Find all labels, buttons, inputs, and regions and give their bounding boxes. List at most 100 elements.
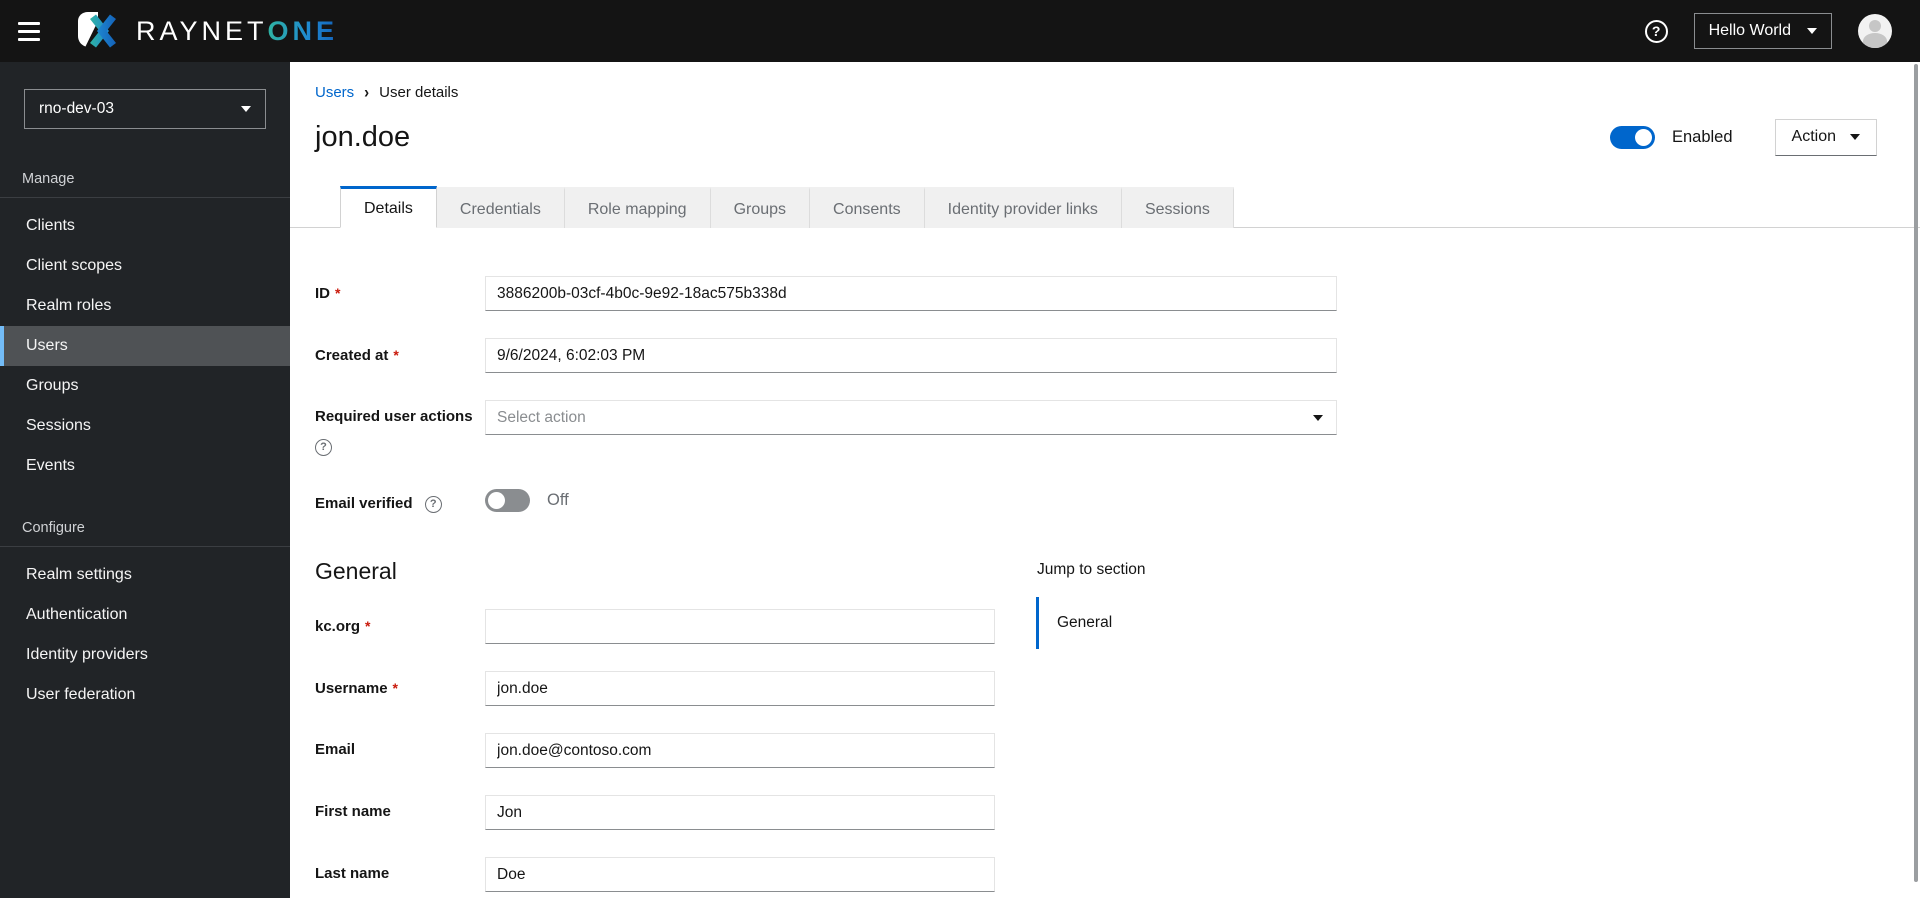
- general-form: kc.org* Username* Email: [315, 609, 1027, 892]
- main-content: Users › User details jon.doe Enabled Act…: [290, 62, 1920, 898]
- form-row-id: ID *: [315, 276, 1877, 311]
- general-heading: General: [315, 558, 397, 584]
- required-user-actions-label: Required user actions ?: [315, 400, 485, 457]
- chevron-down-icon: [1313, 415, 1323, 421]
- question-circle-icon[interactable]: ?: [424, 495, 442, 513]
- id-field[interactable]: [485, 276, 1337, 311]
- page-title: jon.doe: [315, 120, 411, 153]
- brand-name: RAYNET ONE: [136, 16, 338, 47]
- required-asterisk: *: [335, 285, 341, 301]
- created-at-field[interactable]: [485, 338, 1337, 373]
- nav-list-configure: Realm settings Authentication Identity p…: [0, 547, 290, 723]
- app-window: RAYNET ONE ? Hello World rno-dev-03 Manag…: [0, 0, 1920, 898]
- enabled-label: Enabled: [1671, 127, 1733, 146]
- action-dropdown-button[interactable]: Action: [1774, 118, 1877, 156]
- jump-links-list: General: [1036, 597, 1146, 649]
- form-row-email-verified: Email verified ? Off: [315, 487, 1877, 514]
- first-name-field[interactable]: [485, 795, 995, 830]
- form-row-required-user-actions: Required user actions ?: [315, 400, 1877, 457]
- email-verified-toggle[interactable]: [485, 489, 530, 512]
- sidebar-item-realm-roles[interactable]: Realm roles: [0, 286, 290, 326]
- id-label: ID *: [315, 285, 341, 302]
- tab-bar: Details Credentials Role mapping Groups …: [290, 185, 1920, 228]
- last-name-field[interactable]: [485, 857, 995, 892]
- sidebar-item-clients[interactable]: Clients: [0, 206, 290, 246]
- kc-org-label: kc.org *: [315, 618, 371, 635]
- tab-role-mapping[interactable]: Role mapping: [564, 187, 711, 228]
- sidebar-item-authentication[interactable]: Authentication: [0, 595, 290, 635]
- tab-consents[interactable]: Consents: [810, 187, 925, 228]
- tab-details[interactable]: Details: [340, 186, 437, 228]
- user-menu-button[interactable]: Hello World: [1693, 13, 1832, 49]
- sidebar-item-realm-settings[interactable]: Realm settings: [0, 555, 290, 595]
- brand-name-part1: RAYNET: [136, 15, 268, 46]
- nav-list-manage: Clients Client scopes Realm roles Users …: [0, 198, 290, 494]
- email-label: Email: [315, 741, 356, 758]
- top-bar: RAYNET ONE ? Hello World: [0, 0, 1920, 62]
- last-name-label: Last name: [315, 865, 390, 882]
- user-details-form: ID* Created at* Required user actions ?: [315, 276, 1877, 898]
- username-field[interactable]: [485, 671, 995, 706]
- nav-group-manage-label: Manage: [22, 171, 75, 187]
- chevron-down-icon: [241, 106, 251, 112]
- sidebar-item-identity-providers[interactable]: Identity providers: [0, 635, 290, 675]
- page-header-controls: Enabled Action: [1609, 118, 1877, 156]
- form-row-created-at: Created at *: [315, 338, 1877, 373]
- sidebar-item-users[interactable]: Users: [0, 326, 290, 366]
- page-header: jon.doe Enabled Action: [315, 117, 1877, 157]
- brand-logo-icon: [78, 12, 116, 48]
- jump-to-section-nav: Jump to section General: [1036, 558, 1146, 898]
- breadcrumb-users-link[interactable]: Users: [315, 84, 354, 101]
- created-at-label: Created at *: [315, 347, 399, 364]
- sidebar-item-events[interactable]: Events: [0, 446, 290, 486]
- kc-org-field[interactable]: [485, 609, 995, 644]
- email-verified-state: Off: [547, 491, 569, 509]
- form-row-email: Email: [315, 733, 1027, 768]
- required-user-actions-input[interactable]: [485, 400, 1337, 435]
- avatar[interactable]: [1858, 14, 1892, 48]
- sidebar-item-groups[interactable]: Groups: [0, 366, 290, 406]
- general-section: General kc.org * Username * jon.doe Emai…: [315, 558, 1877, 898]
- jump-to-section-label: Jump to section: [1037, 561, 1146, 578]
- sidebar-item-sessions[interactable]: Sessions: [0, 406, 290, 446]
- general-section-left: General kc.org * Username * jon.doe Emai…: [315, 558, 1027, 898]
- email-field[interactable]: [485, 733, 995, 768]
- hamburger-menu-icon[interactable]: [18, 11, 58, 51]
- enabled-toggle[interactable]: [1609, 125, 1655, 149]
- nav-group-configure-label: Configure: [22, 520, 85, 536]
- sidebar-item-client-scopes[interactable]: Client scopes: [0, 246, 290, 286]
- required-asterisk: *: [392, 680, 398, 696]
- tab-sessions[interactable]: Sessions: [1121, 187, 1234, 228]
- breadcrumb-separator-icon: ›: [364, 83, 370, 102]
- form-row-first-name: First name: [315, 795, 1027, 830]
- realm-selector-value: rno-dev-03: [39, 100, 114, 117]
- tab-groups[interactable]: Groups: [710, 187, 811, 228]
- help-icon[interactable]: ?: [1644, 19, 1668, 43]
- chevron-down-icon: [1850, 134, 1860, 140]
- jump-link-general[interactable]: General: [1036, 597, 1146, 649]
- brand-name-part2: ONE: [267, 15, 339, 46]
- required-user-actions-select[interactable]: [485, 400, 1337, 457]
- form-row-last-name: Last name: [315, 857, 1027, 892]
- vertical-scrollbar[interactable]: [1914, 64, 1918, 882]
- action-dropdown-label: Action: [1791, 128, 1836, 145]
- question-circle-icon[interactable]: ?: [315, 438, 332, 456]
- user-menu-label: Hello World: [1708, 22, 1791, 39]
- tab-identity-provider-links[interactable]: Identity provider links: [924, 187, 1122, 228]
- email-verified-label: Email verified ?: [315, 487, 485, 514]
- breadcrumb-current: User details: [379, 84, 459, 101]
- chevron-down-icon: [1807, 28, 1817, 34]
- topbar-actions: ? Hello World: [1644, 13, 1892, 49]
- required-asterisk: *: [393, 347, 399, 363]
- realm-selector[interactable]: rno-dev-03: [24, 89, 266, 129]
- first-name-label: First name: [315, 803, 391, 820]
- username-label: Username *: [315, 680, 398, 697]
- sidebar: rno-dev-03 Manage Clients Client scopes …: [0, 62, 290, 898]
- form-row-username: Username *: [315, 671, 1027, 706]
- tab-credentials[interactable]: Credentials: [436, 187, 565, 228]
- breadcrumb: Users › User details: [315, 62, 1877, 102]
- required-asterisk: *: [365, 618, 371, 634]
- sidebar-item-user-federation[interactable]: User federation: [0, 675, 290, 715]
- form-row-kc-org: kc.org *: [315, 609, 1027, 644]
- email-verified-control: Off: [485, 487, 569, 514]
